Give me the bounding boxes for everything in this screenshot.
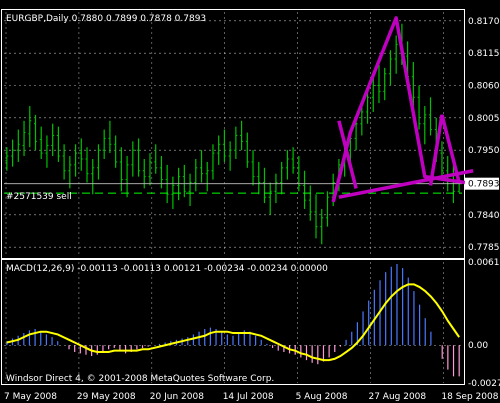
price-tick-label: 0.7950 [468, 146, 500, 156]
time-tick-label: 29 May 2008 [77, 392, 136, 402]
time-tick-label: 5 Aug 2008 [296, 392, 348, 402]
time-tick-label: 18 Sep 2008 [441, 392, 498, 402]
grid-lines [4, 12, 462, 383]
macd-tick-label: -0.00279 [468, 379, 500, 389]
price-tick-label: 0.8115 [468, 49, 500, 59]
macd-histogram [6, 264, 460, 377]
macd-panel-frame [1, 259, 465, 385]
copyright-text: Windsor Direct 4, © 2001-2008 MetaQuotes… [6, 374, 274, 384]
chart-canvas[interactable]: 0.8170 0.8115 0.8060 0.8005 0.7950 0.7893 0.78… [0, 0, 500, 403]
macd-title: MACD(12,26,9) -0.00113 -0.00113 0.00121 … [6, 264, 328, 274]
price-tick-label: 0.8170 [468, 17, 500, 27]
order-label: #2571539 sell [6, 192, 72, 202]
current-price-label: 0.7893 [468, 180, 500, 190]
price-tick-label: 0.8005 [468, 114, 500, 124]
macd-tick-label: 0.00 [468, 341, 488, 351]
mt4-chart-window[interactable]: 0.8170 0.8115 0.8060 0.8005 0.7950 0.7893 0.78… [0, 0, 500, 403]
time-tick-label: 7 May 2008 [4, 392, 57, 402]
price-panel-frame [1, 9, 465, 259]
pattern-left-shoulder [337, 120, 358, 189]
symbol-header: EURGBP,Daily 0.7880 0.7899 0.7878 0.7893 [6, 14, 206, 24]
price-tick-label: 0.7785 [468, 243, 500, 253]
macd-tick-label: 0.00615 [468, 258, 500, 268]
candlesticks [5, 23, 461, 245]
time-tick-label: 14 Jul 2008 [223, 392, 274, 402]
price-tick-label: 0.7840 [468, 211, 500, 221]
time-tick-label: 20 Jun 2008 [150, 392, 204, 402]
time-tick-label: 27 Aug 2008 [368, 392, 426, 402]
price-tick-label: 0.8060 [468, 81, 500, 91]
